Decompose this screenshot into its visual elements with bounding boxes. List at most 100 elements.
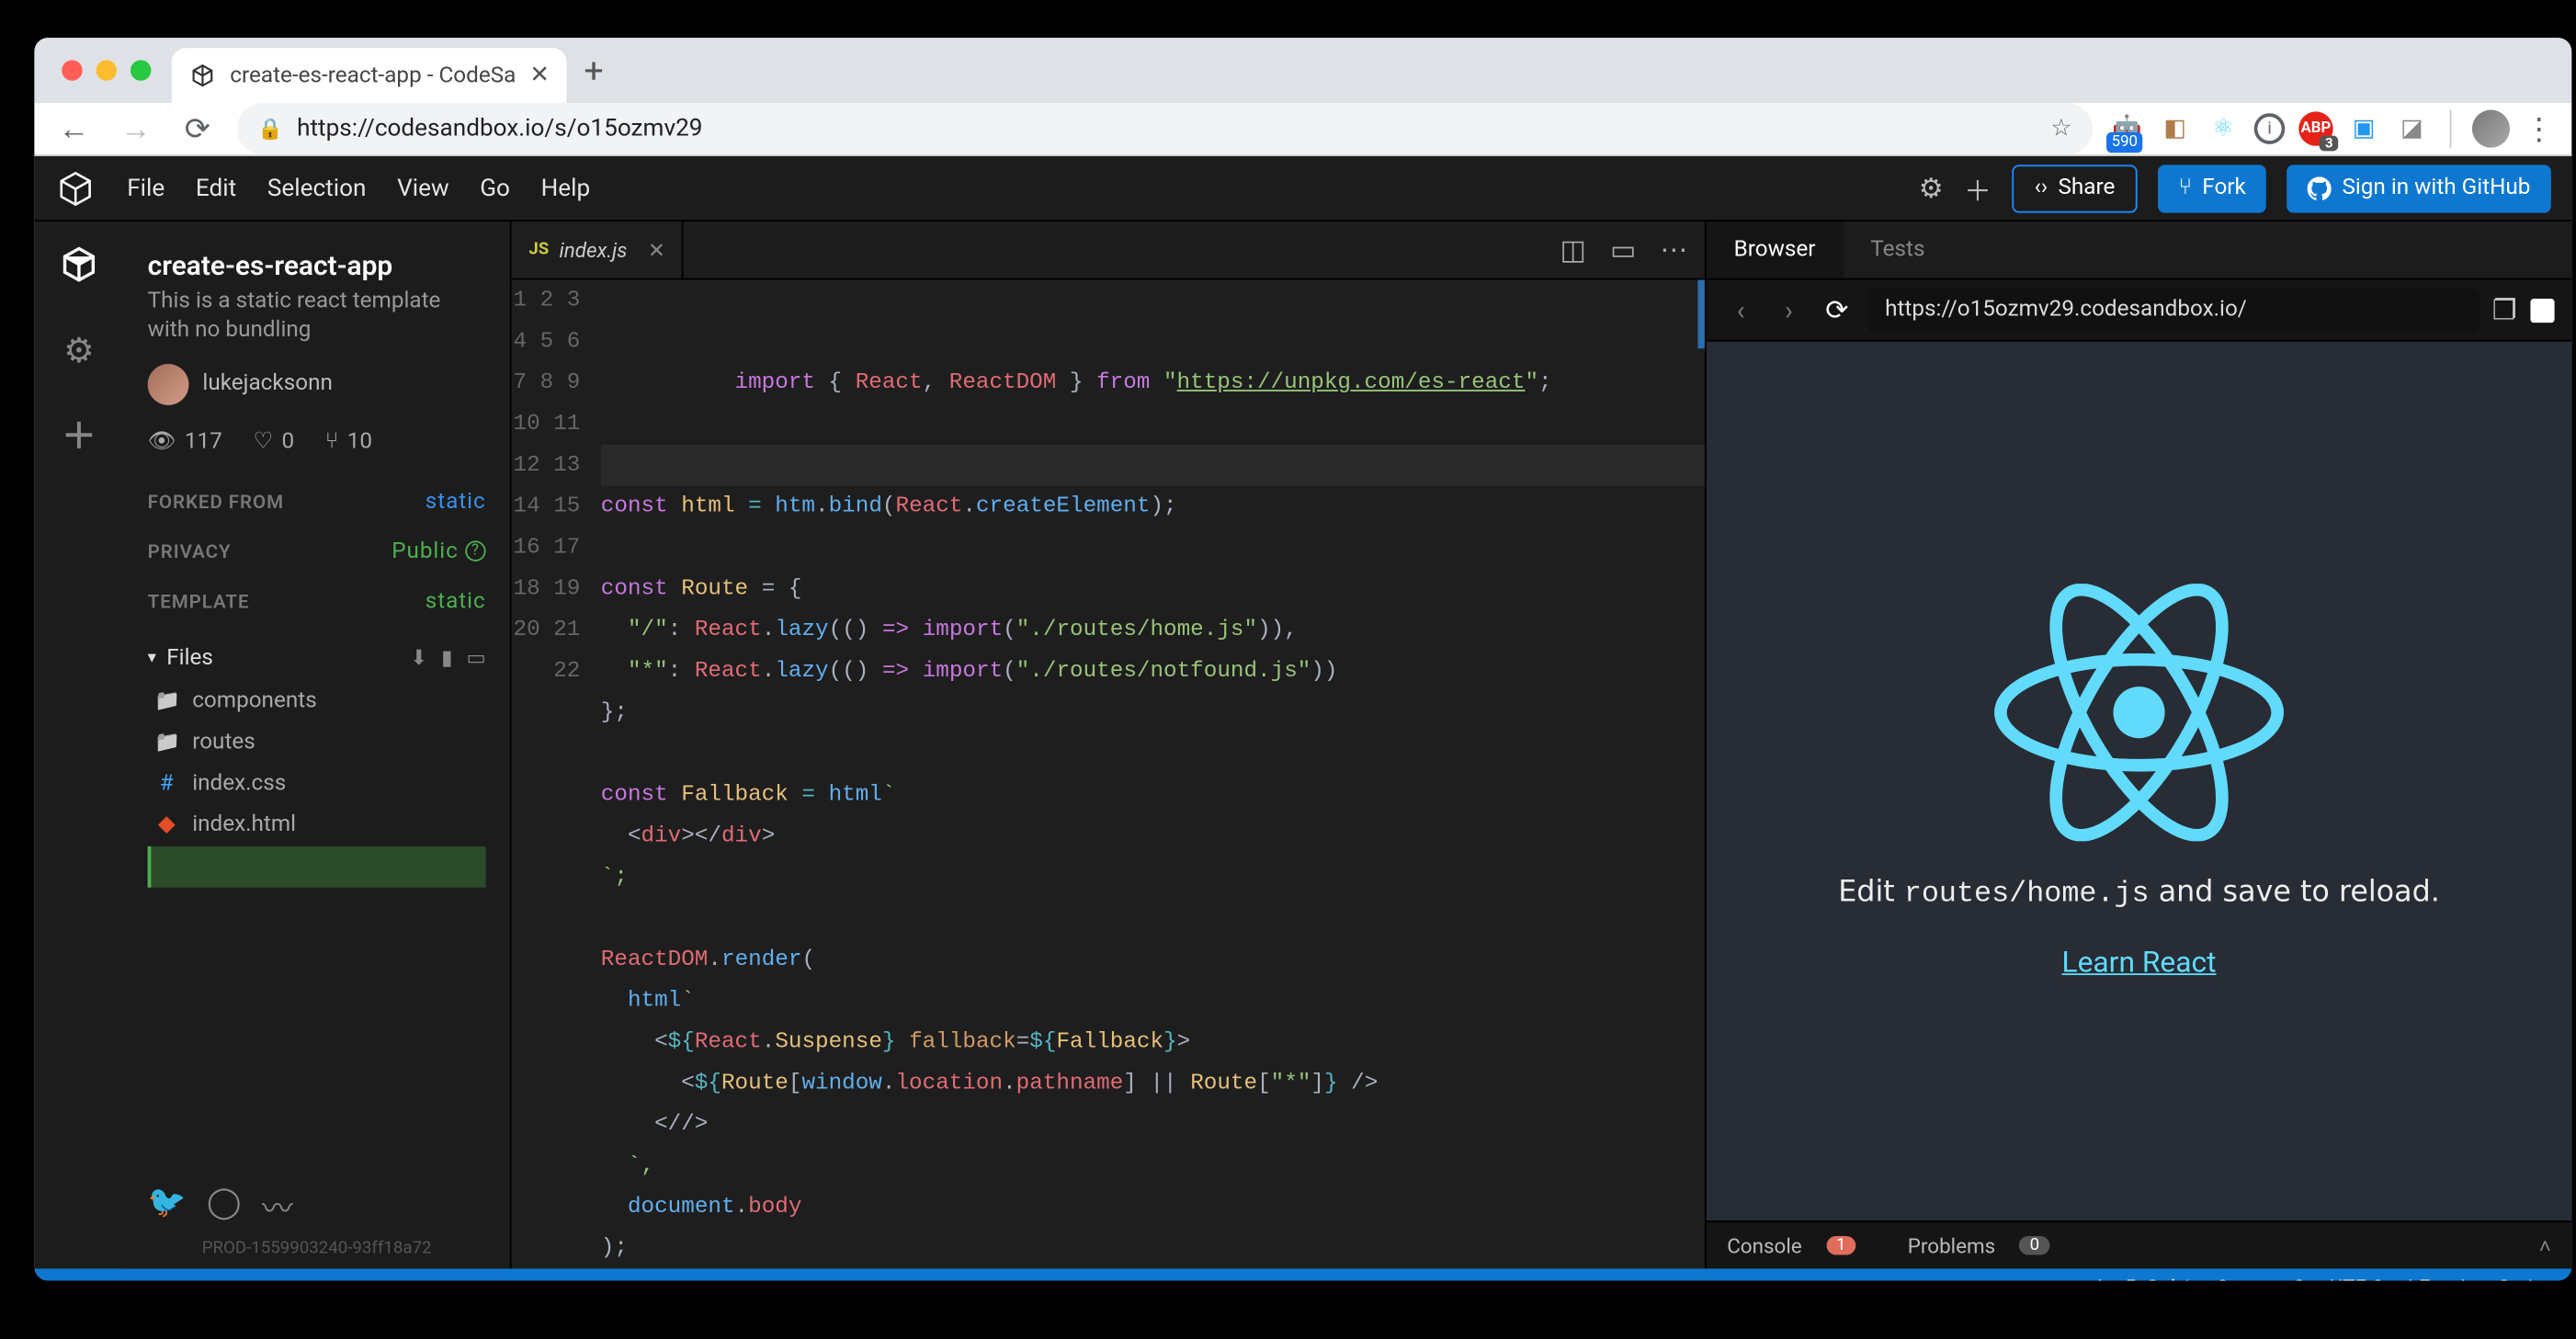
forks-stat: ⑂10 (325, 429, 372, 455)
forked-from-link[interactable]: static (426, 489, 486, 515)
share-icon: ‹› (2035, 176, 2048, 201)
menu-go[interactable]: Go (480, 175, 510, 202)
signin-button[interactable]: Sign in with GitHub (2287, 164, 2551, 211)
menu-selection[interactable]: Selection (267, 175, 367, 202)
file-row-selected[interactable] (148, 846, 486, 888)
chevron-up-icon[interactable]: ˄ (2539, 1233, 2551, 1257)
app-main: ⚙ ＋ create-es-react-app This is a static… (34, 221, 2571, 1268)
open-window-icon[interactable]: ❐ (2492, 293, 2517, 325)
js-lang-icon: JS (528, 241, 549, 260)
menu-help[interactable]: Help (541, 175, 591, 202)
app-logo[interactable] (55, 167, 96, 209)
min-window[interactable] (96, 60, 117, 80)
reload-button[interactable]: ⟳ (176, 110, 221, 146)
heart-icon: ♡ (253, 429, 273, 455)
github-icon (2308, 176, 2332, 199)
author-row[interactable]: lukejacksonn (148, 364, 486, 405)
split-editor-icon[interactable]: ◫ (1560, 233, 1586, 266)
profile-avatar[interactable] (2472, 110, 2510, 148)
likes-stat[interactable]: ♡0 (253, 429, 294, 455)
chrome-tabbar: create-es-react-app - CodeSa ✕ + (34, 38, 2571, 103)
menu-edit[interactable]: Edit (196, 175, 236, 202)
settings-icon[interactable]: ⚙ (1919, 172, 1944, 204)
codesandbox-app: File Edit Selection View Go Help ⚙ ＋ ‹› … (34, 156, 2571, 1281)
bookmark-star-icon[interactable]: ☆ (2050, 115, 2071, 142)
preview-addressbar: ‹ › ⟳ https://o15ozmv29.codesandbox.io/ … (1707, 279, 2571, 341)
tab-browser[interactable]: Browser (1707, 221, 1844, 278)
preview-url[interactable]: https://o15ozmv29.codesandbox.io/ (1867, 288, 2478, 333)
spectrum-icon[interactable]: 〰 (262, 1185, 293, 1230)
file-row-folder[interactable]: routes (148, 722, 486, 764)
build-id: PROD-1559903240-93ff18a72 (148, 1240, 486, 1259)
twitter-icon[interactable]: 🐦 (148, 1185, 187, 1230)
close-window[interactable] (62, 60, 82, 80)
new-folder-icon[interactable]: ▭ (466, 646, 485, 670)
tab-tests[interactable]: Tests (1843, 221, 1952, 278)
file-row-folder[interactable]: components (148, 681, 486, 722)
ext-info-icon[interactable]: i (2254, 113, 2286, 144)
chrome-menu[interactable]: ⋮ (2524, 110, 2555, 146)
preview-tabs: Browser Tests (1707, 221, 2571, 280)
more-icon[interactable]: ⋯ (1660, 233, 1687, 266)
chevron-down-icon: ▾ (148, 649, 156, 668)
chrome-window: create-es-react-app - CodeSa ✕ + ← → ⟳ 🔒… (34, 38, 2571, 1280)
download-icon[interactable]: ⬇ (410, 646, 427, 670)
app-menubar: File Edit Selection View Go Help ⚙ ＋ ‹› … (34, 156, 2571, 221)
preview-page: Edit routes/home.js and save to reload. … (1707, 342, 2571, 1220)
code-lines[interactable]: import { React, ReactDOM } from "https:/… (601, 279, 1705, 1268)
template-link[interactable]: static (426, 588, 486, 614)
ext-adblock-icon[interactable]: ABP3 (2298, 111, 2332, 145)
new-file-icon[interactable]: ▮ (441, 646, 452, 670)
activity-settings-icon[interactable]: ⚙ (63, 330, 95, 371)
eol[interactable]: LF (2408, 1276, 2430, 1281)
browser-tab[interactable]: create-es-react-app - CodeSa ✕ (172, 48, 567, 103)
preview-forward[interactable]: › (1772, 293, 1806, 325)
ext-blue-icon[interactable]: ▣ (2347, 111, 2381, 145)
tab-close[interactable]: ✕ (529, 62, 550, 89)
preview-icon[interactable]: ▭ (1610, 233, 1636, 266)
views-stat: 👁117 (148, 429, 222, 455)
open-tab-icon[interactable] (2530, 298, 2554, 322)
editor: JS index.js ✕ ◫ ▭ ⋯ 1 2 3 4 5 6 7 8 9 10… (510, 221, 1705, 1268)
learn-react-link[interactable]: Learn React (2061, 945, 2216, 979)
preview-reload[interactable]: ⟳ (1820, 293, 1854, 325)
max-window[interactable] (131, 60, 151, 80)
menu-file[interactable]: File (127, 175, 165, 202)
ext-flag-icon[interactable]: ◪ (2395, 111, 2429, 145)
url-bar[interactable]: 🔒 https://codesandbox.io/s/o15ozmv29 ☆ (237, 103, 2093, 154)
preview-back[interactable]: ‹ (1723, 293, 1757, 325)
back-button[interactable]: ← (51, 110, 96, 146)
activity-add-icon[interactable]: ＋ (62, 409, 96, 459)
editor-tab-active[interactable]: JS index.js ✕ (512, 221, 685, 278)
github-icon[interactable]: ◯ (207, 1185, 242, 1230)
share-button[interactable]: ‹› Share (2012, 164, 2137, 211)
help-icon[interactable]: ? (465, 541, 485, 562)
activity-sandbox-icon[interactable] (60, 245, 97, 291)
indent-setting[interactable]: Spaces: 2 (2217, 1276, 2306, 1281)
code-area[interactable]: 1 2 3 4 5 6 7 8 9 10 11 12 13 14 15 16 1… (512, 279, 1705, 1268)
eye-icon: 👁 (148, 429, 176, 455)
add-icon[interactable]: ＋ (1964, 167, 1992, 209)
ext-cork-icon[interactable]: ◧ (2158, 111, 2192, 145)
activity-bar: ⚙ ＋ (34, 221, 123, 1268)
file-row-html[interactable]: ◆index.html (148, 805, 486, 846)
cursor-pos[interactable]: Ln 5, Col 1 (2097, 1276, 2193, 1281)
menu-view[interactable]: View (397, 175, 449, 202)
scrollbar-indicator[interactable] (1697, 279, 1704, 348)
close-tab-icon[interactable]: ✕ (648, 238, 665, 262)
language-mode[interactable]: JavaScript (2455, 1276, 2551, 1281)
window-controls[interactable] (62, 60, 151, 80)
template-row: TEMPLATE static (148, 588, 486, 614)
line-gutter: 1 2 3 4 5 6 7 8 9 10 11 12 13 14 15 16 1… (512, 279, 601, 1268)
ext-react-icon[interactable]: ⚛ (2206, 111, 2240, 145)
encoding[interactable]: UTF-8 (2330, 1276, 2384, 1281)
new-tab-button[interactable]: + (584, 50, 604, 91)
file-row-css[interactable]: #index.css (148, 764, 486, 805)
fork-button[interactable]: ⑂ Fork (2158, 164, 2266, 211)
social-row: 🐦 ◯ 〰 (148, 1185, 486, 1230)
preview-console-bar[interactable]: Console 1 Problems 0 ˄ (1707, 1220, 2571, 1268)
ext-droid-icon[interactable]: 🤖590 (2110, 111, 2144, 145)
forward-button: → (113, 110, 158, 146)
preview-panel: Browser Tests ‹ › ⟳ https://o15ozmv29.co… (1705, 221, 2571, 1268)
files-section-header[interactable]: ▾ Files ⬇ ▮ ▭ (148, 645, 486, 671)
